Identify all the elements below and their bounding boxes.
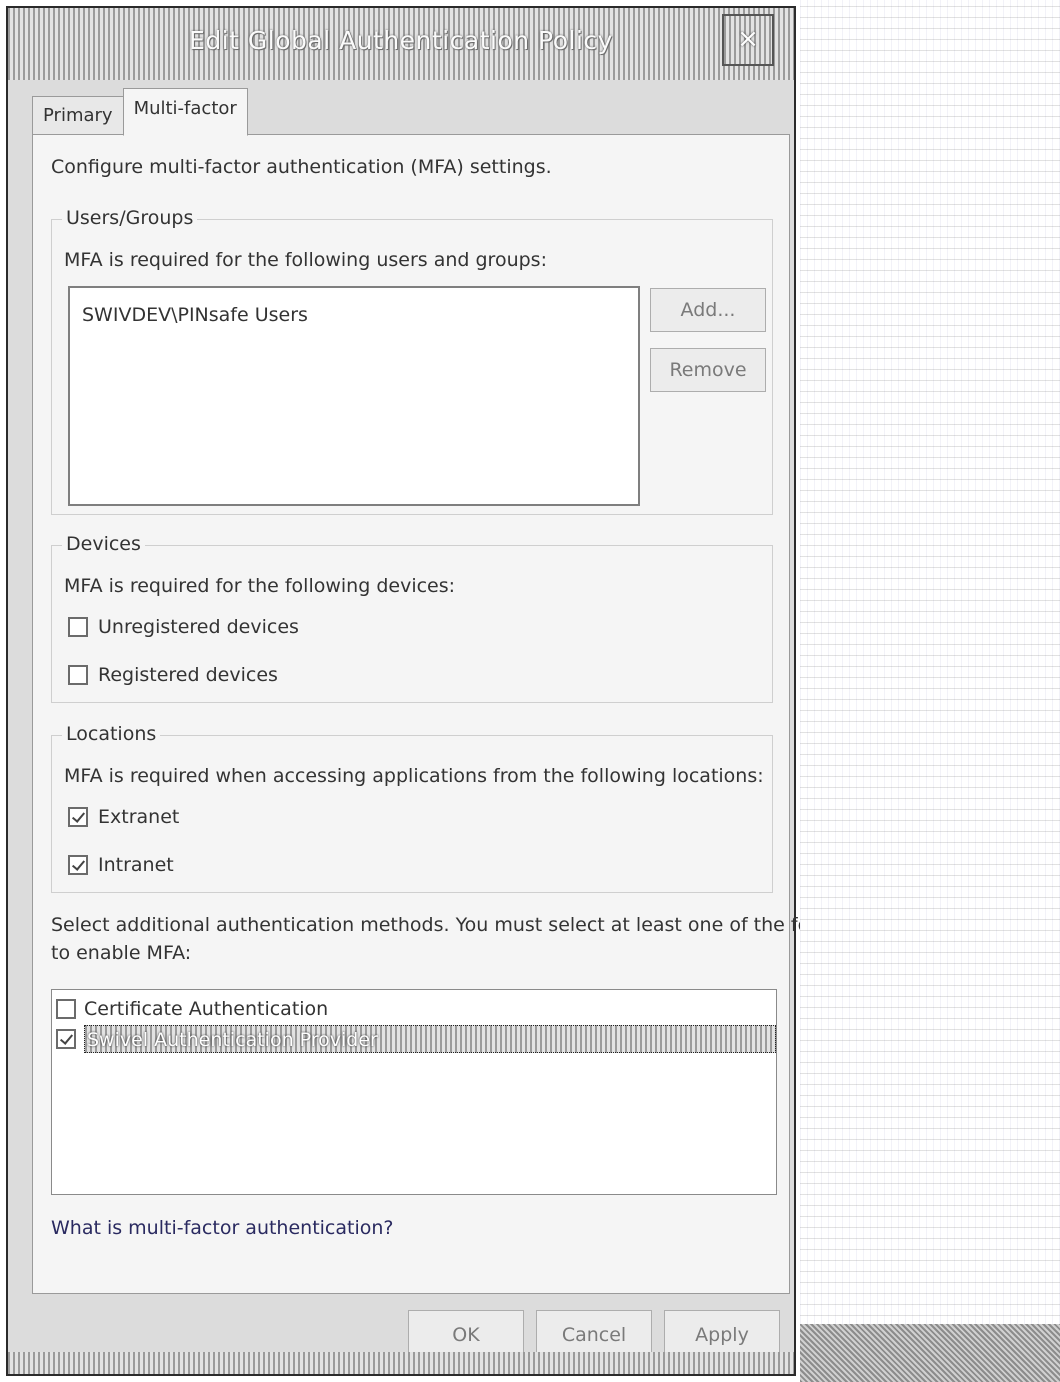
close-button[interactable]: ×	[722, 14, 774, 66]
checkbox-unchecked[interactable]	[68, 665, 88, 685]
intro-text: Configure multi-factor authentication (M…	[51, 156, 552, 178]
checkbox-checked[interactable]	[68, 807, 88, 827]
devices-group: Devices MFA is required for the followin…	[51, 532, 773, 703]
title-bar[interactable]: Edit Global Authentication Policy ×	[8, 8, 794, 80]
checkbox-checked[interactable]	[68, 855, 88, 875]
users-groups-description: MFA is required for the following users …	[64, 249, 547, 271]
list-item[interactable]: SWIVDEV\PINsafe Users	[70, 300, 638, 330]
method-certificate-authentication[interactable]: Certificate Authentication	[52, 994, 776, 1024]
window-title: Edit Global Authentication Policy	[189, 26, 613, 55]
unregistered-devices-checkbox[interactable]: Unregistered devices	[68, 616, 299, 638]
method-swivel-authentication-provider[interactable]: Swivel Authentication Provider	[52, 1024, 776, 1054]
checkbox-unchecked[interactable]	[56, 999, 76, 1019]
checkbox-unchecked[interactable]	[68, 617, 88, 637]
authentication-methods-list[interactable]: Certificate Authentication Swivel Authen…	[51, 989, 777, 1195]
checkbox-label: Intranet	[98, 854, 174, 876]
checkbox-label: Registered devices	[98, 664, 278, 686]
extranet-checkbox[interactable]: Extranet	[68, 806, 179, 828]
background-noise-area	[800, 0, 1060, 1382]
checkbox-label: Extranet	[98, 806, 180, 828]
tab-multi-factor[interactable]: Multi-factor	[122, 88, 248, 136]
registered-devices-checkbox[interactable]: Registered devices	[68, 664, 278, 686]
devices-legend: Devices	[62, 532, 145, 556]
locations-legend: Locations	[62, 722, 161, 746]
methods-description-line2: to enable MFA:	[51, 942, 192, 964]
tab-strip: Primary Multi-factor	[32, 88, 248, 136]
method-label: Swivel Authentication Provider	[84, 1025, 776, 1053]
users-groups-group: Users/Groups MFA is required for the fol…	[51, 206, 773, 515]
users-groups-list[interactable]: SWIVDEV\PINsafe Users	[68, 286, 640, 506]
devices-description: MFA is required for the following device…	[64, 575, 456, 597]
close-icon: ×	[737, 24, 759, 54]
add-button[interactable]: Add...	[650, 288, 766, 332]
remove-button[interactable]: Remove	[650, 348, 766, 392]
checkbox-checked[interactable]	[56, 1029, 76, 1049]
locations-group: Locations MFA is required when accessing…	[51, 722, 773, 893]
mfa-help-link[interactable]: What is multi-factor authentication?	[51, 1217, 394, 1239]
users-groups-legend: Users/Groups	[62, 206, 198, 230]
method-label: Certificate Authentication	[84, 998, 329, 1020]
background-noise-strip	[800, 1324, 1060, 1382]
locations-description: MFA is required when accessing applicati…	[64, 765, 764, 787]
tab-primary[interactable]: Primary	[32, 96, 124, 136]
intranet-checkbox[interactable]: Intranet	[68, 854, 174, 876]
checkbox-label: Unregistered devices	[98, 616, 299, 638]
bottom-frame-strip	[8, 1352, 794, 1374]
multi-factor-panel: Configure multi-factor authentication (M…	[32, 134, 966, 1294]
edit-policy-dialog: Edit Global Authentication Policy × Prim…	[6, 6, 966, 1376]
